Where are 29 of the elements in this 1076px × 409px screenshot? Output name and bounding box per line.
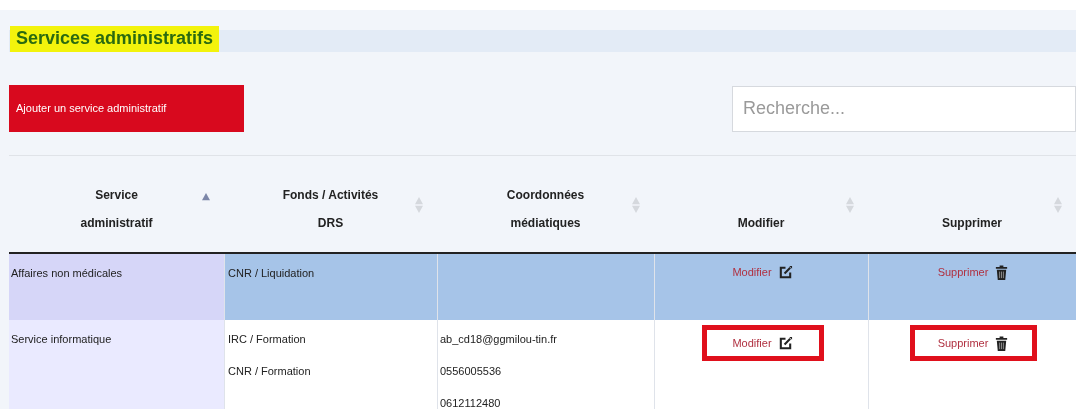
trash-icon[interactable]	[994, 335, 1010, 351]
delete-link[interactable]: Supprimer	[937, 336, 989, 350]
column-header[interactable]: Fonds / Activités	[282, 188, 379, 202]
column-header[interactable]: Supprimer	[942, 216, 1002, 230]
column-header[interactable]: Coordonnées	[506, 188, 585, 202]
page-title: Services administratifs	[10, 26, 220, 52]
column-header[interactable]: médiatiques	[510, 216, 581, 230]
table-row[interactable]: Service informatique IRC / Formation CNR / Formation ab_cd18@ggmilou-tin.fr 0556005536 0612112480 Modifier Supprimer	[9, 320, 1076, 409]
table-row[interactable]: Affaires non médicales CNR / Liquidation Modifier Supprimer	[9, 254, 1076, 320]
column-header[interactable]: administratif	[80, 216, 153, 230]
table-cell-text: CNR / Formation	[228, 365, 312, 378]
edit-icon[interactable]	[777, 335, 793, 351]
column-header[interactable]: Service	[95, 188, 138, 202]
table-cell-text: 0556005536	[440, 365, 503, 378]
table-cell-text: CNR / Liquidation	[228, 267, 316, 280]
search-field[interactable]: Recherche...	[732, 85, 1076, 132]
table-cell-text: Affaires non médicales	[11, 267, 124, 280]
table-cell-text: 0612112480	[440, 397, 502, 409]
column-header[interactable]: DRS	[317, 216, 344, 230]
edit-link[interactable]: Modifier	[732, 266, 772, 279]
table-cell-text: Service informatique	[11, 333, 113, 346]
edit-link[interactable]: Modifier	[732, 336, 772, 350]
table-cell-text: IRC / Formation	[228, 333, 307, 346]
trash-icon[interactable]	[994, 265, 1010, 280]
delete-link[interactable]: Supprimer	[937, 266, 989, 279]
column-header[interactable]: Modifier	[737, 216, 785, 230]
edit-icon[interactable]	[777, 265, 793, 280]
add-service-button[interactable]: Ajouter un service administratif	[9, 85, 244, 132]
table-cell-text: ab_cd18@ggmilou-tin.fr	[440, 333, 558, 346]
